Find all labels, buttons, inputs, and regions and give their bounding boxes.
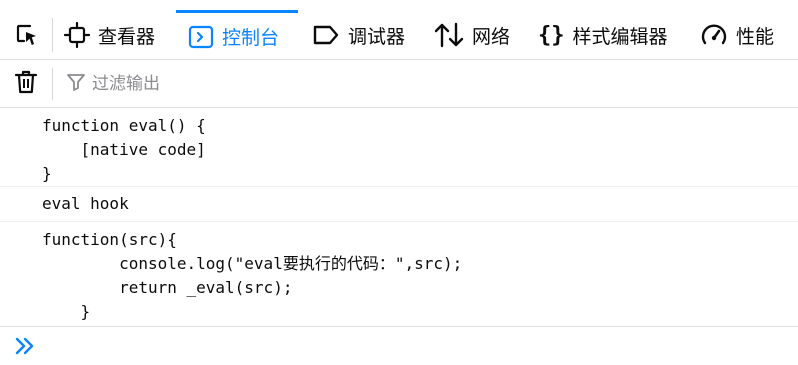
performance-icon	[700, 22, 728, 48]
clear-console-button[interactable]	[12, 70, 40, 98]
tab-style-editor[interactable]: {} 样式编辑器	[538, 10, 688, 60]
element-picker-button[interactable]	[8, 10, 46, 60]
tab-inspector[interactable]: 查看器	[64, 10, 174, 60]
filter-icon	[66, 72, 86, 96]
console-icon	[188, 24, 214, 50]
style-editor-icon: {}	[538, 22, 565, 48]
tab-debugger-label: 调试器	[348, 25, 406, 48]
tab-debugger[interactable]: 调试器	[312, 10, 422, 60]
pick-element-icon	[15, 23, 39, 47]
console-toolbar	[0, 60, 798, 108]
tab-performance-label: 性能	[736, 25, 775, 48]
tab-style-editor-label: 样式编辑器	[572, 25, 668, 48]
console-message: eval hook	[0, 192, 798, 222]
inspector-icon	[64, 22, 90, 48]
tab-console-label: 控制台	[222, 27, 280, 49]
tab-performance[interactable]: 性能	[700, 10, 790, 60]
debugger-icon	[312, 23, 340, 47]
console-message: function eval() { [native code] }	[0, 114, 798, 187]
tab-separator	[52, 18, 53, 52]
console-message: function(src){ console.log("eval要执行的代码："…	[0, 228, 798, 327]
toolbar-separator	[52, 68, 53, 100]
tab-console[interactable]: 控制台	[176, 10, 298, 60]
tab-network-label: 网络	[472, 25, 511, 48]
filter-box	[66, 70, 766, 98]
network-icon	[434, 22, 464, 48]
prompt-chevron-icon	[14, 335, 36, 361]
filter-output-input[interactable]	[92, 74, 692, 94]
tab-inspector-label: 查看器	[98, 25, 156, 48]
trash-icon	[14, 69, 38, 99]
console-input-area	[0, 327, 798, 365]
devtools-tabbar: 查看器 控制台 调试器 网络 {} 样式编辑器 性能	[0, 0, 798, 60]
tab-network[interactable]: 网络	[434, 10, 524, 60]
console-input[interactable]	[44, 333, 788, 361]
